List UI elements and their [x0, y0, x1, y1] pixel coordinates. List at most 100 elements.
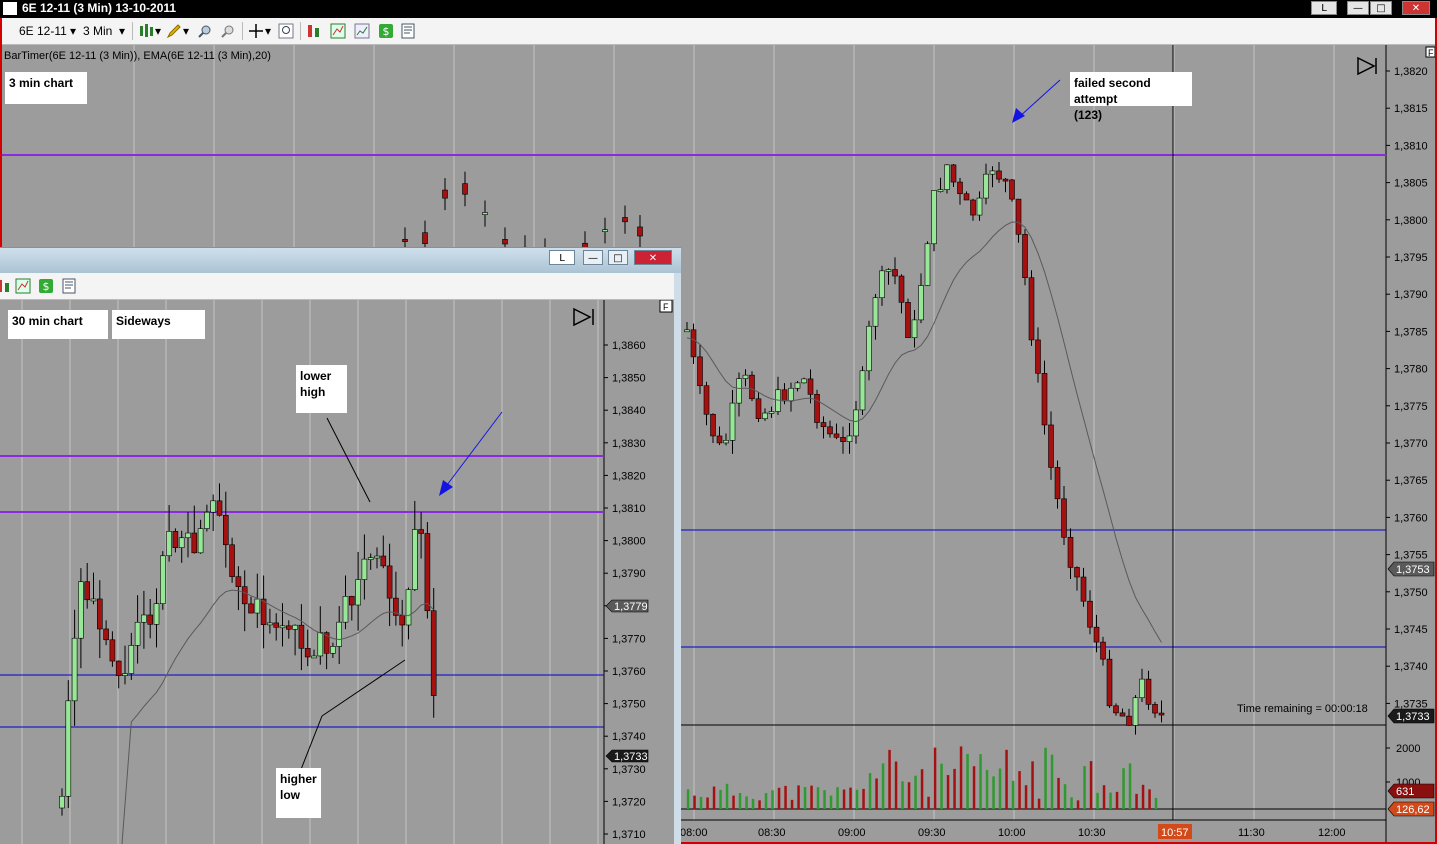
candle-body	[402, 239, 408, 242]
child-candle-body	[311, 655, 317, 659]
price-tick-label: 1,3795	[1394, 252, 1428, 264]
indicator-icon[interactable]	[330, 23, 346, 39]
time-remaining-label: Time remaining = 00:00:18	[1237, 703, 1368, 715]
annotation-arrow-line	[1017, 79, 1061, 119]
child-minimize-button[interactable]: —	[583, 250, 603, 265]
time-tick-label: 10:00	[998, 827, 1026, 839]
child-chart-window[interactable]: L — □ ✕ $ 1,3860 1,3850 1,3840 1,3830 1,3820…	[0, 247, 681, 844]
price-tick-label: 1,3765	[1394, 475, 1428, 487]
candle-body	[602, 229, 608, 232]
child-candle-body	[248, 603, 254, 614]
child-price-tick-label: 1,3830	[612, 438, 646, 450]
child-candle-body	[380, 555, 387, 567]
price-tick-label: 1,3780	[1394, 364, 1428, 376]
child-dollar-icon[interactable]: $	[38, 278, 54, 294]
child-candle-body	[292, 624, 298, 630]
candle-body	[976, 197, 983, 216]
volume-bar	[719, 789, 722, 809]
volume-bar	[881, 763, 885, 809]
candle-body	[422, 232, 428, 244]
volume-bar	[1024, 785, 1028, 809]
candle-body	[742, 374, 749, 379]
child-price-tick-label: 1,3800	[612, 536, 646, 548]
volume-bar	[933, 747, 937, 809]
zoom-out-icon[interactable]	[220, 23, 236, 39]
minimize-button[interactable]: —	[1347, 1, 1369, 15]
bar-style-dropdown-icon[interactable]: ▾	[155, 22, 161, 40]
candle-body	[622, 217, 628, 223]
volume-bar	[1018, 771, 1021, 809]
candle-body	[794, 382, 801, 389]
strategy-icon[interactable]	[306, 23, 322, 39]
zoom-in-icon[interactable]	[197, 23, 213, 39]
instrument-selector[interactable]: 6E 12-11	[19, 22, 67, 40]
child-scrollbar[interactable]	[674, 273, 681, 844]
child-indicator-icon[interactable]	[15, 278, 31, 294]
child-strategy-icon[interactable]	[0, 278, 12, 294]
candle-body	[924, 243, 931, 286]
volume-bar	[1037, 798, 1041, 809]
crosshair-dropdown-icon[interactable]: ▾	[265, 22, 271, 40]
price-tick-label: 1,3820	[1394, 66, 1428, 78]
volume-bar	[1154, 797, 1158, 809]
candle-body	[1100, 641, 1106, 660]
child-lock-button[interactable]: L	[549, 250, 575, 265]
corner-f-label: F	[1428, 48, 1434, 58]
time-tick-label: 09:00	[838, 827, 866, 839]
candle-body	[872, 297, 879, 327]
bar-style-icon[interactable]	[138, 23, 154, 39]
close-button[interactable]: ✕	[1402, 1, 1430, 15]
lock-button[interactable]: L	[1311, 1, 1337, 15]
pencil-draw-icon[interactable]	[166, 23, 182, 39]
child-candle-body	[304, 648, 311, 658]
child-candle-body	[185, 532, 191, 539]
child-candle-body	[330, 646, 336, 654]
volume-bar	[1050, 754, 1054, 809]
child-corner-f-label: F	[663, 302, 669, 312]
child-price-tick-label: 1,3860	[612, 340, 646, 352]
child-candle-body	[336, 621, 343, 647]
child-candle-body	[204, 511, 210, 529]
properties-icon[interactable]	[400, 23, 416, 39]
volume-bar	[927, 796, 930, 809]
maximize-button[interactable]: □	[1370, 1, 1392, 15]
child-candle-body	[147, 614, 153, 625]
interval-dropdown-icon[interactable]: ▾	[119, 22, 125, 40]
child-maximize-button[interactable]: □	[608, 250, 628, 265]
main-toolbar: 6E 12-11 ▾ 3 Min ▾ ▾ ▾ ▾ $	[2, 18, 1435, 45]
child-candle-body	[405, 589, 412, 626]
child-candle-body	[90, 598, 97, 602]
candle-body	[1041, 373, 1048, 426]
volume-bar	[855, 789, 859, 809]
price-tick-label: 1,3755	[1394, 550, 1428, 562]
volume-bar	[738, 792, 742, 809]
dollar-icon[interactable]: $	[378, 23, 394, 39]
volume-bar	[1141, 784, 1145, 809]
volume-bar	[816, 787, 820, 809]
child-candle-body	[210, 500, 216, 513]
volume-bar	[985, 769, 989, 809]
volume-bar	[829, 795, 833, 809]
candle-body	[755, 398, 762, 419]
candle-body	[957, 181, 963, 195]
crosshair-icon[interactable]	[248, 23, 264, 39]
child-title-bar: L — □ ✕	[0, 247, 681, 274]
indicator-label: BarTimer(6E 12-11 (3 Min)), EMA(6E 12-11…	[4, 50, 271, 62]
child-candle-body	[178, 537, 185, 549]
candle-body	[710, 413, 716, 437]
scroll-to-end-icon	[1357, 56, 1377, 76]
child-properties-icon[interactable]	[61, 278, 77, 294]
candle-body	[462, 183, 468, 195]
chart-icon[interactable]	[354, 23, 370, 39]
instrument-dropdown-icon[interactable]: ▾	[70, 22, 76, 40]
draw-dropdown-icon[interactable]: ▾	[183, 22, 189, 40]
child-close-button[interactable]: ✕	[634, 250, 672, 265]
magnifier-icon[interactable]	[278, 23, 294, 39]
candle-body	[827, 426, 833, 435]
candle-body	[1074, 567, 1080, 578]
child-candle-body	[134, 621, 141, 646]
child-candle-body	[235, 576, 242, 587]
child-price-tick-label: 1,3840	[612, 405, 646, 417]
interval-selector[interactable]: 3 Min	[83, 22, 112, 40]
child-candle-body	[361, 558, 368, 580]
